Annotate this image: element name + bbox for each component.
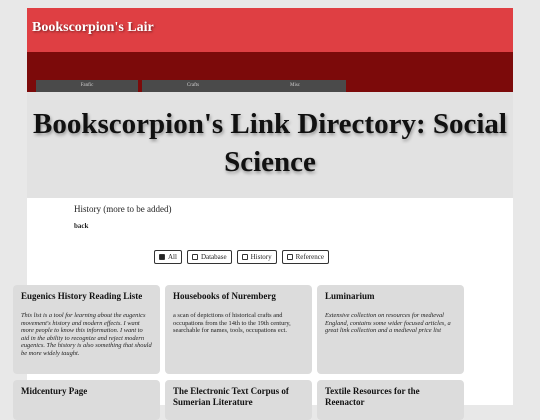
card-eugenics-history[interactable]: Eugenics History Reading Liste This list…	[13, 285, 160, 374]
hero: Bookscorpion's Link Directory: Social Sc…	[27, 92, 513, 198]
nav-item-fanfic[interactable]: Fanfic	[36, 80, 138, 92]
card-description: This list is a tool for learning about t…	[21, 312, 152, 357]
checkbox-icon	[191, 254, 198, 260]
back-link[interactable]: back	[74, 222, 88, 230]
filter-label: All	[168, 253, 177, 261]
filter-label: History	[250, 253, 272, 261]
filter-label: Database	[200, 253, 227, 261]
card-description: Extensive collection on resources for me…	[325, 312, 451, 334]
filter-database[interactable]: Database	[186, 250, 232, 264]
top-bar: Bookscorpion's Lair	[27, 8, 513, 52]
nav-item-crafts[interactable]: Crafts	[142, 80, 244, 92]
card-textile-resources[interactable]: Textile Resources for the Reenactor	[317, 380, 464, 420]
card-title: Housebooks of Nuremberg	[173, 291, 276, 301]
nav-bar: Fanfic Crafts Misc	[27, 52, 513, 92]
site-title[interactable]: Bookscorpion's Lair	[32, 20, 154, 36]
card-title: Luminarium	[325, 291, 375, 301]
card-title: Midcentury Page	[21, 386, 88, 396]
filter-history[interactable]: History	[236, 250, 277, 264]
page-title: Bookscorpion's Link Directory: Social Sc…	[33, 108, 507, 178]
checkbox-icon	[159, 254, 165, 260]
filter-bar: All Database History Reference	[154, 250, 329, 264]
card-description: a scan of depictions of historical craft…	[173, 312, 291, 334]
filter-reference[interactable]: Reference	[281, 250, 329, 264]
filter-all[interactable]: All	[154, 250, 182, 264]
checkbox-icon	[286, 254, 293, 260]
nav-item-misc[interactable]: Misc	[244, 80, 346, 92]
card-midcentury-page[interactable]: Midcentury Page	[13, 380, 160, 420]
checkbox-icon	[241, 254, 248, 260]
filter-label: Reference	[295, 253, 324, 261]
card-luminarium[interactable]: Luminarium Extensive collection on resou…	[317, 285, 464, 374]
card-title: Eugenics History Reading Liste	[21, 291, 143, 301]
card-housebooks-nuremberg[interactable]: Housebooks of Nuremberg a scan of depict…	[165, 285, 312, 374]
intro-text: History (more to be added)	[74, 204, 172, 214]
card-sumerian-corpus[interactable]: The Electronic Text Corpus of Sumerian L…	[165, 380, 312, 420]
